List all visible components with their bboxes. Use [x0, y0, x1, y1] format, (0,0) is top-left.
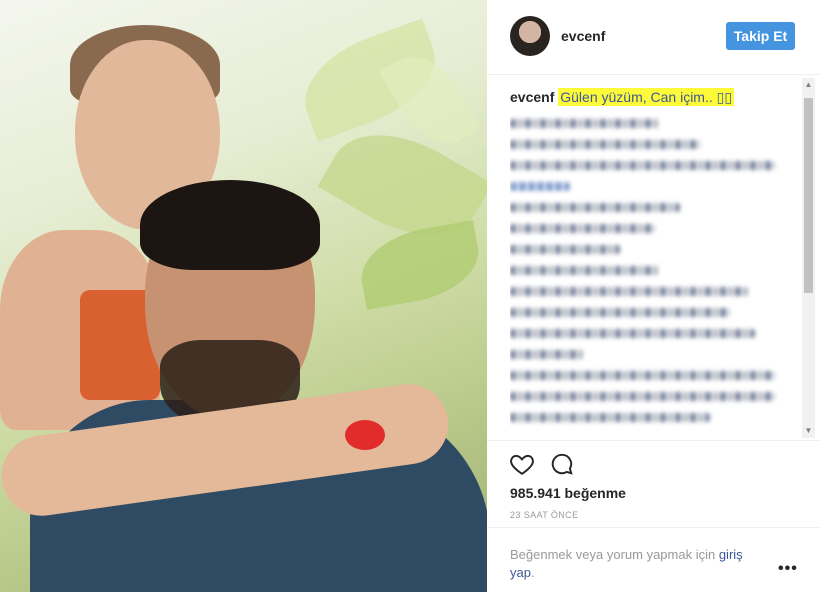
blurred-comment: [510, 350, 585, 359]
post-caption: evcenf Gülen yüzüm, Can içim.. ▯▯: [510, 87, 800, 107]
blurred-comment: [510, 140, 700, 149]
blurred-comment: [510, 308, 730, 317]
scrollbar-thumb[interactable]: [804, 98, 813, 293]
follow-button[interactable]: Takip Et: [726, 22, 795, 50]
blurred-comment: [510, 119, 660, 128]
post-side-panel: evcenf Takip Et evcenf Gülen yüzüm, Can …: [487, 0, 820, 592]
login-prompt: Beğenmek veya yorum yapmak için giriş ya…: [510, 546, 770, 582]
login-prompt-bar: Beğenmek veya yorum yapmak için giriş ya…: [487, 527, 820, 592]
username-link[interactable]: evcenf: [561, 28, 605, 44]
blurred-comment: [510, 224, 655, 233]
comment-icon[interactable]: [549, 451, 575, 477]
comments-list: evcenf Gülen yüzüm, Can içim.. ▯▯: [510, 87, 800, 439]
scroll-up-arrow-icon[interactable]: ▲: [802, 78, 815, 92]
likes-count[interactable]: 985.941 beğenme: [510, 485, 626, 501]
post-timestamp[interactable]: 23 SAAT ÖNCE: [510, 510, 579, 520]
blurred-comment: [510, 392, 775, 401]
blurred-comment: [510, 161, 775, 170]
blurred-comment: [510, 266, 660, 275]
caption-text: Gülen yüzüm, Can içim.. ▯▯: [558, 88, 735, 106]
post-header: evcenf Takip Et: [487, 0, 820, 75]
caption-username[interactable]: evcenf: [510, 89, 554, 105]
login-prompt-suffix: .: [530, 565, 535, 580]
background-foliage: [354, 220, 486, 310]
blurred-comment: [510, 203, 680, 212]
login-prompt-text: Beğenmek veya yorum yapmak için: [510, 547, 716, 562]
blurred-comment: [510, 287, 750, 296]
post-photo: [0, 0, 487, 592]
photo-figure: [345, 420, 385, 450]
blurred-comment: [510, 371, 775, 380]
ellipsis-icon[interactable]: •••: [778, 560, 798, 578]
blurred-comment: [510, 245, 620, 254]
blurred-comment: [510, 329, 755, 338]
scroll-down-arrow-icon[interactable]: ▼: [802, 424, 815, 438]
blurred-comment: [510, 413, 710, 422]
comments-scrollbar[interactable]: ▲ ▼: [802, 78, 815, 438]
blurred-comment: [510, 182, 570, 191]
photo-figure: [140, 180, 320, 270]
heart-icon[interactable]: [509, 451, 535, 477]
avatar[interactable]: [510, 16, 550, 56]
